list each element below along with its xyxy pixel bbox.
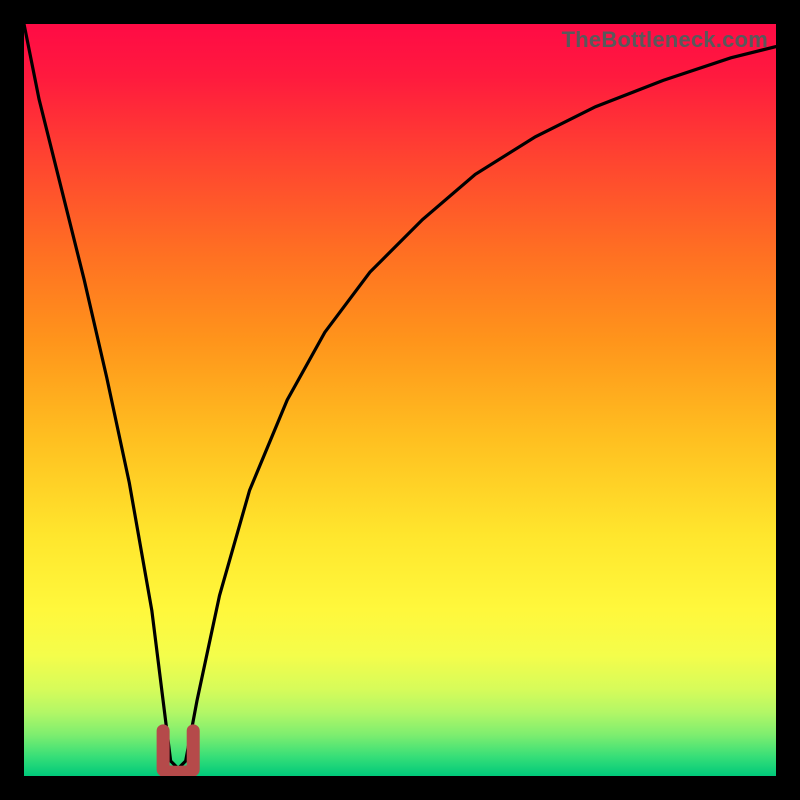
chart-frame: TheBottleneck.com [24,24,776,776]
bottleneck-chart [24,24,776,776]
watermark-label: TheBottleneck.com [562,27,768,53]
chart-background [24,24,776,776]
